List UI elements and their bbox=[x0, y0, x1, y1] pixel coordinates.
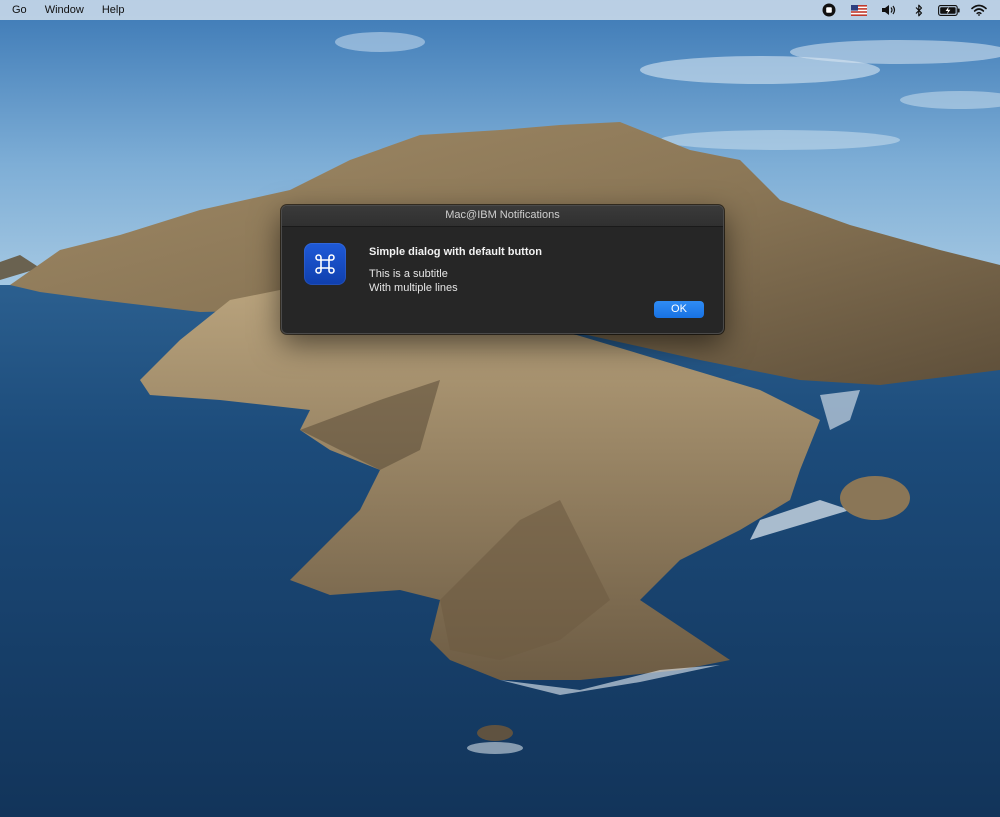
dialog-subtitle-line-2: With multiple lines bbox=[369, 282, 458, 294]
battery-charging-icon[interactable] bbox=[934, 0, 964, 20]
us-flag-icon[interactable] bbox=[844, 0, 874, 20]
dialog-body: Simple dialog with default button This i… bbox=[282, 227, 723, 333]
volume-icon[interactable] bbox=[874, 0, 904, 20]
menu-go[interactable]: Go bbox=[0, 0, 36, 20]
command-key-icon bbox=[304, 243, 346, 285]
menu-bar-status-area bbox=[814, 0, 1000, 20]
dialog-title: Simple dialog with default button bbox=[369, 246, 542, 258]
wifi-icon[interactable] bbox=[964, 0, 994, 20]
menu-help[interactable]: Help bbox=[93, 0, 134, 20]
record-icon[interactable] bbox=[814, 0, 844, 20]
dialog-subtitle-line-1: This is a subtitle bbox=[369, 268, 448, 280]
bluetooth-icon[interactable] bbox=[904, 0, 934, 20]
dialog-subtitle: This is a subtitle With multiple lines bbox=[369, 267, 458, 295]
dialog-window-title[interactable]: Mac@IBM Notifications bbox=[282, 206, 723, 227]
notification-dialog: Mac@IBM Notifications Simple dialog with… bbox=[281, 205, 724, 334]
wallpaper-image bbox=[0, 0, 1000, 817]
desktop: Go Window Help Mac@IBM Notifications Sim… bbox=[0, 0, 1000, 817]
ok-button[interactable]: OK bbox=[654, 301, 704, 318]
menu-bar: Go Window Help bbox=[0, 0, 1000, 20]
menu-window[interactable]: Window bbox=[36, 0, 93, 20]
